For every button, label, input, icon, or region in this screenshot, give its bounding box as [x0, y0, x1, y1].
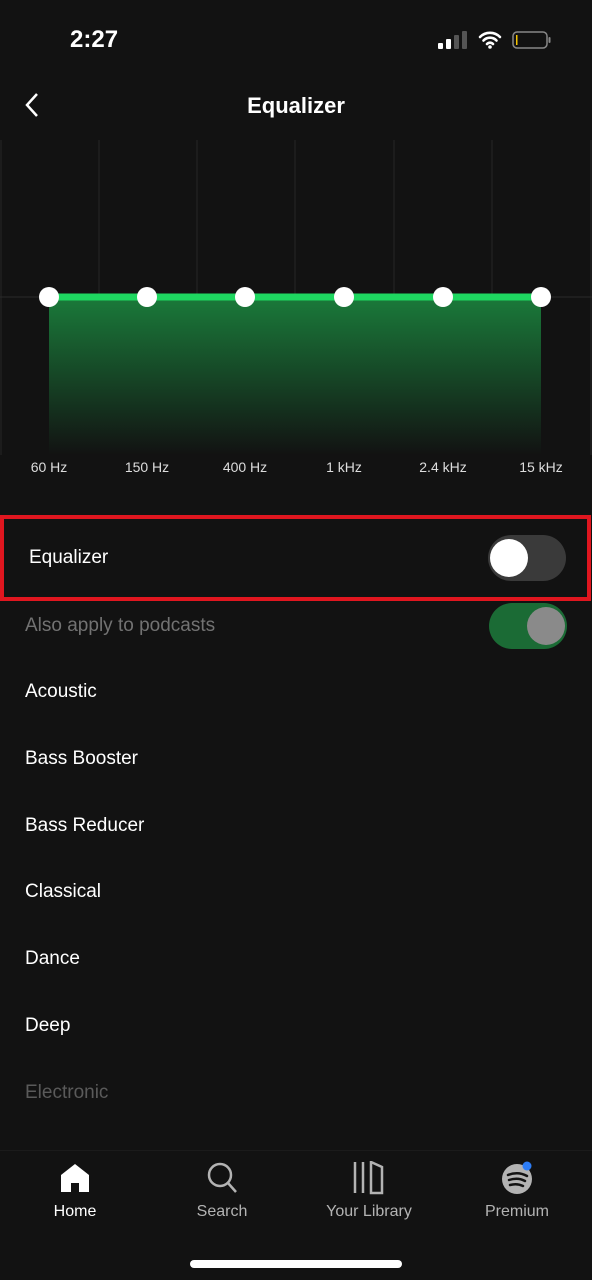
nav-label: Home — [53, 1203, 97, 1220]
nav-library[interactable]: Your Library — [309, 1161, 429, 1221]
preset-label: Bass Reducer — [25, 814, 145, 836]
band-label: 1 kHz — [326, 459, 362, 475]
library-icon — [353, 1161, 384, 1195]
band-handle[interactable] — [39, 287, 59, 307]
preset-label: Bass Booster — [25, 747, 138, 769]
search-icon — [207, 1162, 237, 1193]
toggle-knob — [490, 539, 528, 577]
equalizer-toggle[interactable] — [488, 535, 566, 581]
preset-label: Dance — [25, 948, 80, 970]
status-time: 2:27 — [70, 26, 119, 53]
eq-area — [49, 297, 541, 455]
band-handle[interactable] — [137, 287, 157, 307]
band-handle[interactable] — [531, 287, 551, 307]
nav-label: Premium — [484, 1203, 549, 1220]
podcasts-toggle-row[interactable]: Also apply to podcasts — [0, 593, 592, 659]
preset-label: Acoustic — [25, 681, 97, 702]
preset-item[interactable]: Bass Booster — [0, 726, 592, 792]
preset-item[interactable]: Dance — [0, 926, 592, 992]
band-handle[interactable] — [235, 287, 255, 307]
preset-label: Electronic — [25, 1081, 109, 1103]
page-title: Equalizer — [247, 93, 345, 118]
band-handle[interactable] — [334, 287, 354, 307]
preset-item[interactable]: Classical — [0, 859, 592, 925]
nav-label: Your Library — [326, 1203, 412, 1220]
equalizer-toggle-row[interactable]: Equalizer — [0, 515, 591, 601]
podcasts-label: Also apply to podcasts — [25, 615, 216, 636]
preset-item[interactable]: Acoustic — [0, 659, 592, 725]
preset-item[interactable]: Deep — [0, 993, 592, 1059]
battery-icon — [512, 31, 551, 49]
preset-label: Classical — [25, 881, 102, 903]
nav-home[interactable]: Home — [15, 1161, 135, 1221]
notification-dot — [522, 1161, 532, 1171]
nav-search[interactable]: Search — [162, 1161, 282, 1221]
spotify-icon — [502, 1161, 532, 1194]
signal-icon — [438, 31, 467, 49]
nav-premium[interactable]: Premium — [457, 1161, 577, 1221]
toggle-knob — [527, 607, 565, 645]
podcasts-toggle[interactable] — [489, 603, 567, 649]
band-label: 60 Hz — [31, 459, 68, 475]
band-handle[interactable] — [433, 287, 453, 307]
bottom-nav: Home Search Your Library Premium — [0, 1150, 592, 1280]
nav-label: Search — [196, 1203, 248, 1220]
band-label: 15 kHz — [519, 459, 563, 475]
wifi-icon — [478, 31, 502, 49]
equalizer-graph[interactable]: 60 Hz 150 Hz 400 Hz 1 kHz 2.4 kHz 15 kHz — [0, 140, 592, 490]
home-indicator — [190, 1260, 402, 1268]
preset-item[interactable]: Electronic — [0, 1060, 592, 1126]
status-bar: 2:27 — [0, 0, 592, 80]
preset-item[interactable]: Bass Reducer — [0, 793, 592, 859]
band-label: 2.4 kHz — [419, 459, 466, 475]
preset-label: Deep — [25, 1015, 71, 1036]
equalizer-label: Equalizer — [29, 547, 109, 568]
band-label: 400 Hz — [223, 459, 267, 475]
band-label: 150 Hz — [125, 459, 169, 475]
home-icon — [61, 1164, 89, 1192]
